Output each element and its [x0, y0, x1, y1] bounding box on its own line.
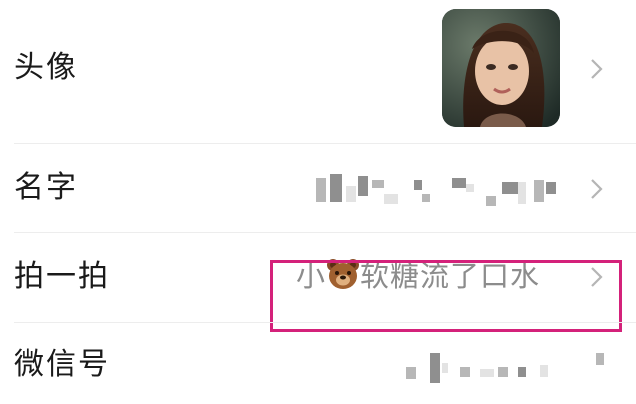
name-row[interactable]: 名字: [0, 144, 636, 232]
pat-label: 拍一拍: [14, 259, 110, 294]
name-label: 名字: [14, 170, 78, 205]
chevron-right-icon: [591, 179, 603, 199]
chevron-right-icon: [591, 59, 603, 79]
wechat-id-row[interactable]: 微信号: [0, 323, 636, 404]
avatar[interactable]: [442, 9, 560, 127]
avatar-row[interactable]: 头像: [0, 0, 636, 142]
avatar-label: 头像: [14, 50, 78, 85]
wechat-id-label: 微信号: [14, 347, 110, 382]
